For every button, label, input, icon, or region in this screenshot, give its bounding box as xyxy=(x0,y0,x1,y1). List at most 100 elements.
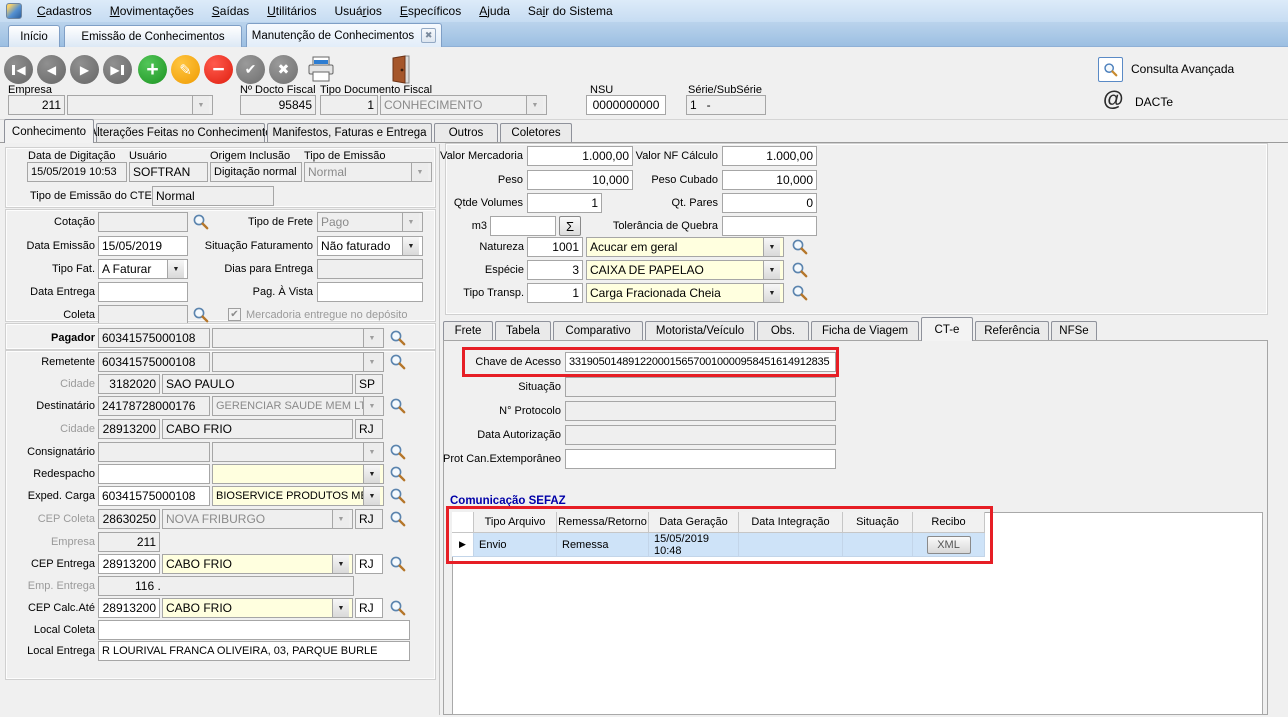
dacte-icon[interactable]: @ xyxy=(1103,88,1123,112)
tab-cte[interactable]: CT-e xyxy=(921,317,973,341)
tab-frete[interactable]: Frete xyxy=(443,321,493,340)
tab-comparativo[interactable]: Comparativo xyxy=(553,321,643,340)
tolerancia-field[interactable] xyxy=(722,216,817,236)
cidade-destinatario-code: 28913200 xyxy=(98,419,160,439)
cep-coleta-lookup-button[interactable] xyxy=(388,509,408,529)
tab-nfse[interactable]: NFSe xyxy=(1051,321,1097,340)
cep-entrega-code[interactable]: 28913200 xyxy=(98,554,160,574)
qt-pares-field[interactable]: 0 xyxy=(722,193,817,213)
cep-calc-lookup-button[interactable] xyxy=(388,598,408,618)
exped-carga-combo[interactable]: BIOSERVICE PRODUTOS MEDIC▼ xyxy=(212,486,384,506)
menu-item-ajuda[interactable]: Ajuda xyxy=(470,4,519,18)
menu-item-utilitarios[interactable]: Utilitários xyxy=(258,4,325,18)
chevron-down-icon[interactable]: ▼ xyxy=(332,599,349,617)
dacte-label[interactable]: DACTe xyxy=(1135,95,1173,109)
menu-item-sair[interactable]: Sair do Sistema xyxy=(519,4,622,18)
menu-item-especificos[interactable]: Específicos xyxy=(391,4,470,18)
especie-code-field[interactable]: 3 xyxy=(527,260,583,280)
printer-icon[interactable] xyxy=(306,55,336,84)
pag-vista-field[interactable] xyxy=(317,282,423,302)
destinatario-label: Destinatário xyxy=(2,400,95,412)
data-emissao-field[interactable]: 15/05/2019 xyxy=(98,236,188,256)
cotacao-field xyxy=(98,212,188,232)
tipo-transp-code-field[interactable]: 1 xyxy=(527,283,583,303)
chevron-down-icon[interactable]: ▼ xyxy=(402,237,419,255)
especie-combo[interactable]: CAIXA DE PAPELAO▼ xyxy=(586,260,784,280)
exit-door-icon[interactable] xyxy=(389,54,413,85)
chevron-down-icon[interactable]: ▼ xyxy=(763,238,780,256)
chevron-down-icon[interactable]: ▼ xyxy=(763,261,780,279)
peso-cubado-field[interactable]: 10,000 xyxy=(722,170,817,190)
tab-manifestos[interactable]: Manifestos, Faturas e Entrega xyxy=(267,123,432,142)
coleta-lookup-button[interactable] xyxy=(191,305,211,325)
advanced-search-button[interactable] xyxy=(1098,57,1123,82)
tab-obs[interactable]: Obs. xyxy=(757,321,809,340)
natureza-code-field[interactable]: 1001 xyxy=(527,237,583,257)
peso-cubado-label: Peso Cubado xyxy=(600,174,718,186)
redespacho-code-field[interactable] xyxy=(98,464,210,484)
tipo-transp-lookup-button[interactable] xyxy=(790,283,810,303)
cep-entrega-combo[interactable]: CABO FRIO▼ xyxy=(162,554,353,574)
destinatario-lookup-button[interactable] xyxy=(388,396,408,416)
natureza-lookup-button[interactable] xyxy=(790,237,810,257)
delete-record-button[interactable]: − xyxy=(204,55,233,84)
add-record-button[interactable]: + xyxy=(138,55,167,84)
next-record-button[interactable]: ▶ xyxy=(70,55,99,84)
pagador-lookup-button[interactable] xyxy=(388,328,408,348)
window-tab-strip: Início Emissão de Conhecimentos Manutenç… xyxy=(0,22,1288,47)
tipo-transp-combo[interactable]: Carga Fracionada Cheia▼ xyxy=(586,283,784,303)
chevron-down-icon[interactable]: ▼ xyxy=(763,284,780,302)
consignatario-lookup-button[interactable] xyxy=(388,442,408,462)
tab-alteracoes[interactable]: Alterações Feitas no Conhecimento xyxy=(96,123,265,142)
consulta-avancada-label[interactable]: Consulta Avançada xyxy=(1131,62,1234,76)
tab-motorista-veiculo[interactable]: Motorista/Veículo xyxy=(645,321,755,340)
tab-outros[interactable]: Outros xyxy=(434,123,498,142)
cep-calc-code[interactable]: 28913200 xyxy=(98,598,160,618)
exped-carga-code-field[interactable]: 60341575000108 xyxy=(98,486,210,506)
cep-entrega-lookup-button[interactable] xyxy=(388,554,408,574)
cancel-button[interactable]: ✖ xyxy=(269,55,298,84)
prev-record-button[interactable]: ◀ xyxy=(37,55,66,84)
tab-coletores[interactable]: Coletores xyxy=(500,123,572,142)
qtde-volumes-field[interactable]: 1 xyxy=(527,193,602,213)
menu-item-saidas[interactable]: Saídas xyxy=(203,4,258,18)
menu-item-cadastros[interactable]: Cadastros xyxy=(28,4,101,18)
especie-lookup-button[interactable] xyxy=(790,260,810,280)
redespacho-combo[interactable]: ▼ xyxy=(212,464,384,484)
chevron-down-icon[interactable]: ▼ xyxy=(332,555,349,573)
sum-button[interactable]: Σ xyxy=(559,216,581,236)
prot-can-field[interactable] xyxy=(565,449,836,469)
valor-nf-field[interactable]: 1.000,00 xyxy=(722,146,817,166)
sit-fat-combo[interactable]: Não faturado▼ xyxy=(317,236,423,256)
magnifier-icon xyxy=(191,305,210,324)
m3-field[interactable] xyxy=(490,216,556,236)
tab-conhecimento[interactable]: Conhecimento xyxy=(4,119,94,143)
natureza-combo[interactable]: Acucar em geral▼ xyxy=(586,237,784,257)
tab-referencia[interactable]: Referência xyxy=(975,321,1049,340)
confirm-button[interactable]: ✔ xyxy=(236,55,265,84)
chevron-down-icon[interactable]: ▼ xyxy=(167,260,184,278)
local-entrega-field[interactable]: R LOURIVAL FRANCA OLIVEIRA, 03, PARQUE B… xyxy=(98,641,410,661)
window-tab-manutencao[interactable]: Manutenção de Conhecimentos ✖ xyxy=(246,23,442,47)
last-record-button[interactable]: ▶ xyxy=(103,55,132,84)
tipo-frete-combo: Pago▼ xyxy=(317,212,423,232)
redespacho-lookup-button[interactable] xyxy=(388,464,408,484)
empresa-left-field: 211 xyxy=(98,532,160,552)
cep-calc-combo[interactable]: CABO FRIO▼ xyxy=(162,598,353,618)
tab-tabela[interactable]: Tabela xyxy=(495,321,551,340)
menu-item-usuarios[interactable]: Usuários xyxy=(325,4,390,18)
tab-ficha-viagem[interactable]: Ficha de Viagem xyxy=(811,321,919,340)
tipo-fat-combo[interactable]: A Faturar▼ xyxy=(98,259,188,279)
close-tab-icon[interactable]: ✖ xyxy=(421,28,436,43)
data-entrega-field[interactable] xyxy=(98,282,188,302)
remetente-lookup-button[interactable] xyxy=(388,352,408,372)
edit-record-button[interactable]: ✎ xyxy=(171,55,200,84)
local-coleta-field[interactable] xyxy=(98,620,410,640)
exped-carga-lookup-button[interactable] xyxy=(388,486,408,506)
chevron-down-icon[interactable]: ▼ xyxy=(363,487,380,505)
window-tab-emissao[interactable]: Emissão de Conhecimentos xyxy=(64,25,242,47)
chevron-down-icon[interactable]: ▼ xyxy=(363,465,380,483)
window-tab-inicio[interactable]: Início xyxy=(8,25,60,47)
menu-item-movimentacoes[interactable]: Movimentações xyxy=(101,4,203,18)
first-record-button[interactable]: ◀ xyxy=(4,55,33,84)
